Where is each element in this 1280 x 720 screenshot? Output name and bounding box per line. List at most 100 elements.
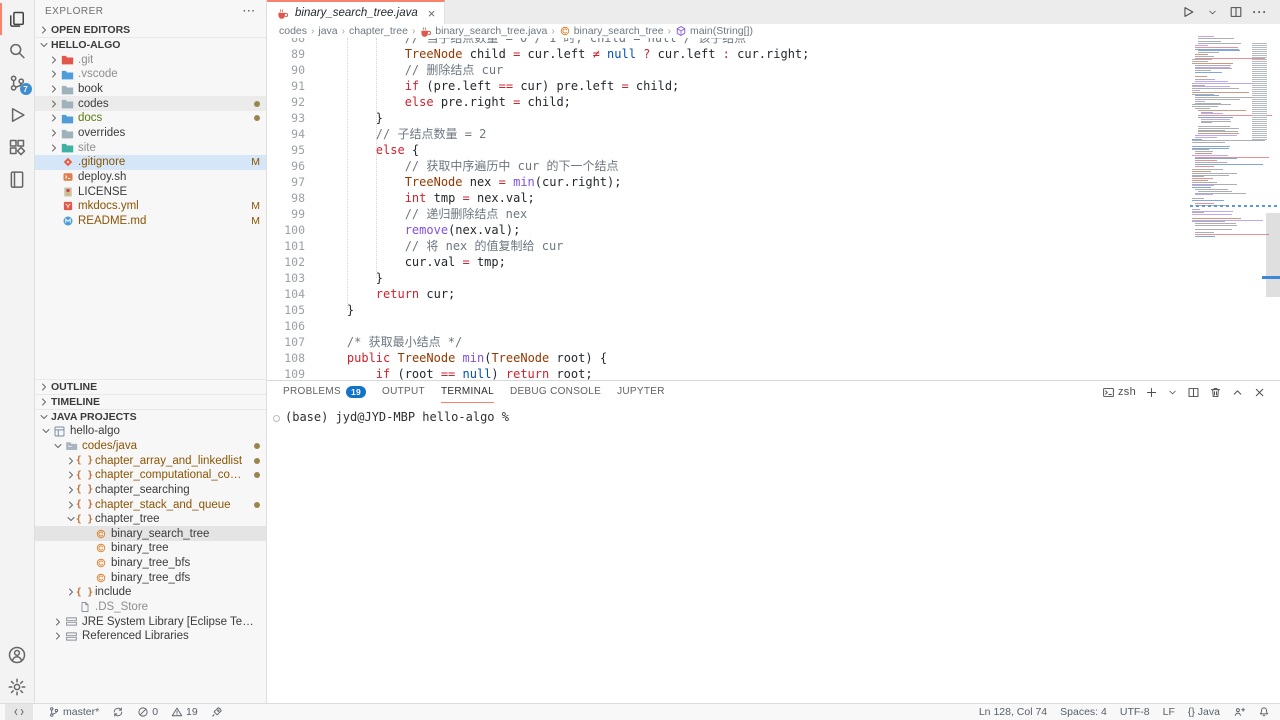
java-tree-item-chapter_tree[interactable]: { }chapter_tree: [35, 512, 266, 527]
java-tree-item-chapter_stack_and_queue[interactable]: { }chapter_stack_and_queue: [35, 497, 266, 512]
explorer-item-README.md[interactable]: README.mdM: [35, 214, 266, 229]
activity-item-notebook[interactable]: [0, 163, 35, 195]
terminal-prompt[interactable]: (base) jyd@JYD-MBP hello-algo %: [285, 410, 509, 424]
status-indentation[interactable]: Spaces: 4: [1060, 706, 1107, 718]
status-eol[interactable]: LF: [1163, 706, 1175, 718]
status-cursor-position[interactable]: Ln 128, Col 74: [979, 706, 1047, 718]
run-button[interactable]: [1178, 2, 1198, 22]
explorer-item-codes[interactable]: codes: [35, 96, 266, 111]
explorer-item-.gitignore[interactable]: .gitignoreM: [35, 155, 266, 170]
panel-tab-jupyter[interactable]: JUPYTER: [617, 381, 665, 403]
indent-guide: [347, 38, 348, 310]
activity-item-extensions[interactable]: [0, 131, 35, 163]
minimap-line: [1195, 194, 1213, 195]
breadcrumb-item-1[interactable]: codes: [279, 25, 307, 37]
breadcrumb-item-5[interactable]: binary_search_tree: [559, 25, 664, 37]
more-actions-icon[interactable]: ···: [243, 6, 256, 17]
split-editor-button[interactable]: [1226, 2, 1246, 22]
notebook-icon: [7, 169, 27, 189]
timeline-section[interactable]: TIMELINE: [35, 394, 266, 409]
explorer-item-mkdocs.yml[interactable]: mkdocs.ymlM: [35, 199, 266, 214]
status-sync[interactable]: [112, 706, 124, 718]
activity-item-source-control[interactable]: 7: [0, 67, 35, 99]
code-line-102: 102 cur.val = tmp;: [267, 254, 1266, 270]
breadcrumb-item-4[interactable]: binary_search_tree.java: [419, 25, 547, 38]
more-actions-button[interactable]: ···: [1250, 2, 1270, 22]
status-notifications[interactable]: [1258, 706, 1270, 718]
status-cursor-position-label: Ln 128, Col 74: [979, 706, 1047, 718]
activity-item-search[interactable]: [0, 35, 35, 67]
editor-scrollbar[interactable]: [1266, 213, 1280, 297]
code-line-105: 105 }: [267, 302, 1266, 318]
explorer-item-overrides[interactable]: overrides: [35, 126, 266, 141]
explorer-item-deploy.sh[interactable]: deploy.sh: [35, 170, 266, 185]
split-terminal-icon[interactable]: [1187, 386, 1200, 399]
maximize-panel-icon[interactable]: [1231, 386, 1244, 399]
outline-section[interactable]: OUTLINE: [35, 379, 266, 394]
panel-tab-debug-console[interactable]: DEBUG CONSOLE: [510, 381, 601, 403]
explorer-item-docs[interactable]: docs: [35, 111, 266, 126]
braces-icon: { }: [77, 587, 92, 598]
status-remote[interactable]: [5, 704, 33, 720]
open-editors-section[interactable]: OPEN EDITORS: [35, 22, 266, 37]
java-tree-item-.ds_store[interactable]: .DS_Store: [35, 600, 266, 615]
breadcrumb-item-3[interactable]: chapter_tree: [349, 25, 408, 37]
tree-label: include: [95, 586, 131, 598]
tab-close-icon[interactable]: ×: [428, 7, 436, 20]
java-tree-item-chapter_searching[interactable]: { }chapter_searching: [35, 483, 266, 498]
breadcrumb-item-2[interactable]: java: [318, 25, 337, 37]
breadcrumb-label: codes: [279, 25, 307, 37]
terminal-select-icon[interactable]: zsh: [1102, 386, 1136, 399]
code-text: remove(nex.val);: [318, 222, 520, 238]
explorer-item-book[interactable]: book: [35, 82, 266, 97]
activity-item-accounts[interactable]: [0, 639, 35, 671]
java-tree-item-chapter_array_and_linkedlist[interactable]: { }chapter_array_and_linkedlist: [35, 453, 266, 468]
java-tree-item-chapter_computational_complexity[interactable]: { }chapter_computational_complexity: [35, 468, 266, 483]
java-tree-item-binary_tree_bfs[interactable]: binary_tree_bfs: [35, 556, 266, 571]
new-terminal-icon[interactable]: [1145, 386, 1158, 399]
chevron-down-icon: [37, 411, 51, 423]
java-tree-item-binary_search_tree[interactable]: binary_search_tree: [35, 526, 266, 541]
terminal-command-decoration[interactable]: [273, 415, 280, 422]
code-text: int tmp = nex.val;: [318, 190, 535, 206]
explorer-item-LICENSE[interactable]: LICENSE: [35, 184, 266, 199]
workspace-root-section[interactable]: HELLO-ALGO: [35, 37, 266, 53]
status-live-share[interactable]: [1233, 706, 1245, 718]
status-problems-warnings[interactable]: 19: [171, 706, 198, 718]
java-tree-item-hello-algo[interactable]: hello-algo: [35, 424, 266, 439]
activity-item-settings[interactable]: [0, 671, 35, 703]
code-text: // 当子结点数量 = 0 / 1 时, child = null / 该子结点: [318, 38, 746, 46]
panel-tab-problems[interactable]: PROBLEMS19: [283, 381, 366, 403]
java-tree-item-codesjava[interactable]: codes/java: [35, 439, 266, 454]
tab-binary-search-tree[interactable]: binary_search_tree.java ×: [267, 0, 445, 24]
status-git-branch[interactable]: master*: [48, 706, 99, 718]
java-tree-item-include[interactable]: { }include: [35, 585, 266, 600]
line-number: 99: [267, 206, 305, 222]
code-editor[interactable]: 88 // 当子结点数量 = 0 / 1 时, child = null / 该…: [267, 38, 1266, 380]
java-tree-item-referencedlibraries[interactable]: Referenced Libraries: [35, 629, 266, 644]
panel-tab-output[interactable]: OUTPUT: [382, 381, 425, 403]
java-tree-item-jresystemlibraryeclipsetemurin1717....[interactable]: JRE System Library [Eclipse Temurin 17 […: [35, 614, 266, 629]
breadcrumb-item-6[interactable]: main(String[]): [675, 25, 753, 37]
activity-item-run-debug[interactable]: [0, 99, 35, 131]
file-label: docs: [78, 112, 102, 124]
explorer-item-site[interactable]: site: [35, 140, 266, 155]
status-problems-errors[interactable]: 0: [137, 706, 158, 718]
close-panel-icon[interactable]: [1253, 386, 1266, 399]
status-eol-label: LF: [1163, 706, 1175, 718]
explorer-item-.git[interactable]: .git: [35, 53, 266, 68]
status-encoding[interactable]: UTF-8: [1120, 706, 1150, 718]
status-language-mode[interactable]: {} Java: [1188, 706, 1220, 718]
chevron-down-icon[interactable]: [1167, 387, 1178, 398]
status-git-branch-label: master*: [63, 706, 99, 718]
line-number: 103: [267, 270, 305, 286]
activity-item-explorer[interactable]: [0, 3, 35, 35]
status-java-status[interactable]: [211, 706, 223, 718]
java-tree-item-binary_tree[interactable]: binary_tree: [35, 541, 266, 556]
java-projects-section[interactable]: JAVA PROJECTS: [35, 409, 266, 424]
panel-tab-terminal[interactable]: TERMINAL: [441, 381, 494, 403]
java-tree-item-binary_tree_dfs[interactable]: binary_tree_dfs: [35, 570, 266, 585]
editor-tab-bar: binary_search_tree.java × ···: [267, 0, 1280, 24]
kill-terminal-icon[interactable]: [1209, 386, 1222, 399]
explorer-item-.vscode[interactable]: .vscode: [35, 67, 266, 82]
